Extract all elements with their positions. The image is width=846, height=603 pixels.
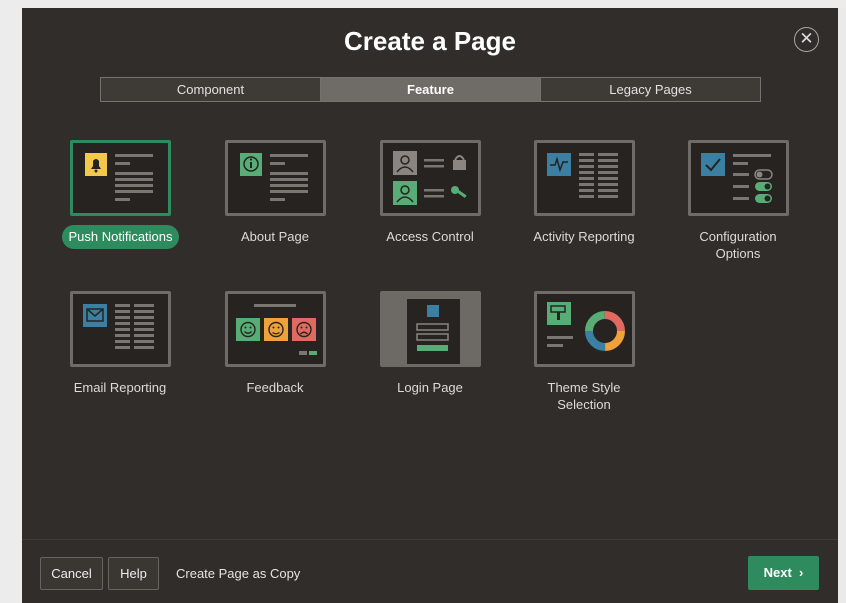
bell-icon bbox=[85, 153, 153, 201]
feature-label: Push Notifications bbox=[62, 225, 179, 249]
feature-label: Theme Style Selection bbox=[547, 380, 621, 412]
feature-label: Feedback bbox=[246, 380, 304, 395]
activity-reporting-thumbnail bbox=[534, 140, 635, 216]
create-page-dialog: Create a Page ✕ Component Feature Legacy… bbox=[22, 8, 838, 603]
access-control-icon bbox=[393, 151, 467, 205]
tab-component[interactable]: Component bbox=[101, 78, 321, 101]
close-button[interactable]: ✕ bbox=[794, 27, 819, 52]
feature-label: Configuration Options bbox=[699, 229, 777, 261]
background-edge bbox=[838, 8, 846, 603]
close-icon: ✕ bbox=[799, 29, 814, 48]
feature-label: Activity Reporting bbox=[533, 229, 635, 244]
help-button[interactable]: Help bbox=[108, 557, 159, 590]
feedback-thumbnail bbox=[225, 291, 326, 367]
theme-palette-icon bbox=[547, 302, 625, 351]
feature-label: Email Reporting bbox=[73, 380, 167, 395]
login-form-icon bbox=[407, 299, 460, 364]
tab-legacy-pages[interactable]: Legacy Pages bbox=[541, 78, 760, 101]
email-reporting-thumbnail bbox=[70, 291, 171, 367]
feedback-faces-icon bbox=[236, 304, 317, 355]
page-type-tabs: Component Feature Legacy Pages bbox=[100, 77, 761, 102]
dialog-title: Create a Page bbox=[344, 26, 516, 56]
activity-chart-icon bbox=[547, 153, 618, 198]
footer-divider bbox=[22, 539, 838, 540]
config-toggles-icon bbox=[701, 153, 773, 203]
feature-label: About Page bbox=[241, 229, 309, 244]
tab-feature[interactable]: Feature bbox=[321, 78, 541, 101]
next-button[interactable]: Next › bbox=[748, 556, 819, 590]
create-page-as-copy-link[interactable]: Create Page as Copy bbox=[176, 557, 300, 590]
about-page-thumbnail bbox=[225, 140, 326, 216]
chevron-right-icon: › bbox=[795, 565, 804, 580]
login-page-thumbnail bbox=[380, 291, 481, 367]
push-notifications-thumbnail bbox=[70, 140, 171, 216]
info-icon bbox=[240, 153, 308, 201]
cancel-button[interactable]: Cancel bbox=[40, 557, 103, 590]
configuration-options-thumbnail bbox=[688, 140, 789, 216]
feature-label: Access Control bbox=[386, 229, 474, 244]
access-control-thumbnail bbox=[380, 140, 481, 216]
feature-label: Login Page bbox=[397, 380, 463, 395]
theme-style-selection-thumbnail bbox=[534, 291, 635, 367]
email-icon bbox=[83, 304, 154, 349]
next-label: Next bbox=[763, 565, 792, 580]
